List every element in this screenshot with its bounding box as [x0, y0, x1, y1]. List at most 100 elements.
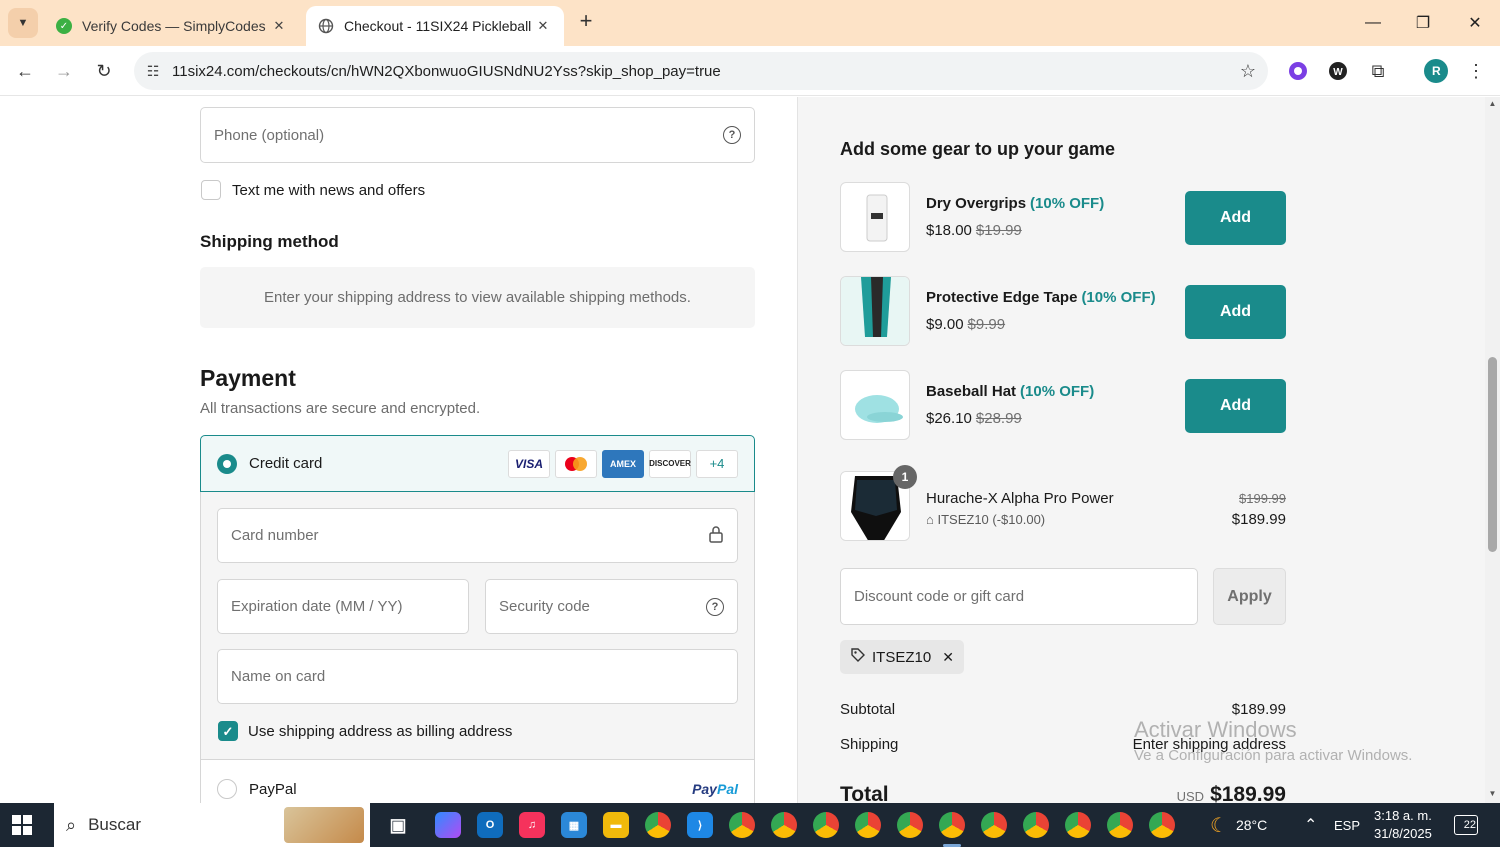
extensions-puzzle-icon[interactable]: ⧉: [1366, 59, 1390, 83]
extension-w-icon[interactable]: W: [1326, 59, 1350, 83]
help-icon[interactable]: ?: [723, 126, 741, 144]
notifications-badge[interactable]: 22: [1454, 815, 1478, 835]
page-scrollbar[interactable]: ▲ ▼: [1485, 97, 1500, 803]
upsell-item: Dry Overgrips (10% OFF) $18.00 $19.99 Add: [840, 182, 1286, 254]
menu-kebab-icon[interactable]: ⋮: [1464, 59, 1488, 83]
taskbar-search-label: Buscar: [88, 815, 142, 834]
music-icon[interactable]: ♫: [519, 812, 545, 838]
name-on-card-field[interactable]: Name on card: [217, 649, 738, 704]
subtotal-value: $189.99: [1231, 701, 1286, 718]
close-tab-icon[interactable]: ✕: [534, 18, 552, 34]
currency-label: USD: [1176, 789, 1205, 803]
paypal-label: PayPal: [249, 780, 297, 798]
copilot-icon[interactable]: [435, 812, 461, 838]
upsell-original-price: $19.99: [975, 222, 1022, 239]
file-explorer-icon[interactable]: ▬: [603, 812, 629, 838]
chrome-profile-icon[interactable]: [1107, 812, 1133, 838]
extension-purple-icon[interactable]: [1286, 59, 1310, 83]
vscode-icon[interactable]: ⟩: [687, 812, 713, 838]
credit-card-radio[interactable]: [217, 453, 237, 474]
upsell-price: $9.00: [926, 316, 964, 333]
close-window-button[interactable]: ✕: [1450, 0, 1500, 46]
security-code-field[interactable]: Security code ?: [485, 579, 738, 634]
security-code-placeholder: Security code: [499, 598, 590, 615]
browser-toolbar: ← → ↻ ☷ 11six24.com/checkouts/cn/hWN2QXb…: [0, 46, 1500, 96]
payment-heading: Payment: [200, 365, 296, 391]
shipping-methods-placeholder: Enter your shipping address to view avai…: [200, 267, 755, 328]
chrome-profile-icon[interactable]: [729, 812, 755, 838]
upsell-discount: (10% OFF): [1081, 289, 1156, 306]
apply-discount-button[interactable]: Apply: [1213, 568, 1286, 625]
back-button[interactable]: ←: [10, 56, 40, 86]
address-bar[interactable]: ☷ 11six24.com/checkouts/cn/hWN2QXbonwuoG…: [134, 52, 1268, 90]
chrome-profile-icon-active[interactable]: [939, 812, 965, 838]
credit-card-option[interactable]: Credit card VISA AMEX DISCOVER +4: [200, 435, 755, 492]
subtotal-label: Subtotal: [840, 701, 896, 718]
store-icon[interactable]: ▦: [561, 812, 587, 838]
reload-button[interactable]: ↻: [89, 56, 119, 86]
product-image: [840, 276, 910, 346]
paypal-logo: PayPal: [692, 781, 738, 797]
tab-search-button[interactable]: ▼: [8, 8, 38, 38]
scroll-down-icon[interactable]: ▼: [1487, 789, 1498, 798]
chrome-profile-icon[interactable]: [1065, 812, 1091, 838]
minimize-button[interactable]: —: [1348, 0, 1398, 46]
add-dry-overgrips-button[interactable]: Add: [1185, 191, 1286, 245]
paypal-option[interactable]: PayPal PayPal: [200, 759, 755, 803]
remove-discount-icon[interactable]: ✕: [942, 649, 954, 666]
language-indicator[interactable]: ESP: [1334, 803, 1360, 847]
text-offers-label: Text me with news and offers: [232, 182, 426, 199]
discount-code-input[interactable]: Discount code or gift card: [840, 568, 1198, 625]
forward-button[interactable]: →: [49, 56, 79, 86]
tab-title: Verify Codes — SimplyCodes: [82, 18, 266, 34]
discount-code-placeholder: Discount code or gift card: [854, 588, 1025, 605]
tray-chevron-up-icon[interactable]: ⌃: [1304, 803, 1317, 847]
bookmark-star-icon[interactable]: ☆: [1228, 61, 1268, 82]
upsell-original-price: $9.99: [967, 316, 1006, 333]
applied-discount-chip: ITSEZ10 ✕: [840, 640, 964, 674]
shipping-label: Shipping: [840, 736, 899, 753]
name-on-card-placeholder: Name on card: [231, 668, 326, 685]
chrome-profile-icon[interactable]: [981, 812, 1007, 838]
chrome-profile-icon[interactable]: [1149, 812, 1175, 838]
outlook-icon[interactable]: O: [477, 812, 503, 838]
chrome-profile-icon[interactable]: [1023, 812, 1049, 838]
taskbar-clock[interactable]: 3:18 a. m. 31/8/2025: [1374, 807, 1432, 843]
url-text[interactable]: 11six24.com/checkouts/cn/hWN2QXbonwuoGIU…: [172, 63, 1228, 80]
paypal-radio[interactable]: [217, 779, 237, 799]
chrome-profile-icon[interactable]: [771, 812, 797, 838]
page-content: Phone (optional) ? Text me with news and…: [0, 97, 1500, 803]
windows-start-icon[interactable]: [12, 815, 32, 835]
billing-same-checkbox[interactable]: ✓: [218, 721, 238, 741]
product-image: [840, 370, 910, 440]
expiration-field[interactable]: Expiration date (MM / YY): [217, 579, 469, 634]
restore-button[interactable]: ❐: [1398, 0, 1448, 46]
weather-widget[interactable]: ☾ 28°C: [1210, 803, 1267, 847]
new-tab-button[interactable]: +: [574, 10, 598, 34]
payment-subtitle: All transactions are secure and encrypte…: [200, 400, 481, 417]
scroll-up-icon[interactable]: ▲: [1487, 99, 1498, 108]
clock-time: 3:18 a. m.: [1374, 808, 1432, 823]
chrome-profile-icon[interactable]: [855, 812, 881, 838]
text-offers-checkbox[interactable]: [201, 180, 221, 200]
upsell-discount: (10% OFF): [1020, 383, 1095, 400]
close-tab-icon[interactable]: ✕: [270, 18, 288, 34]
add-edge-tape-button[interactable]: Add: [1185, 285, 1286, 339]
task-view-icon[interactable]: ▣: [385, 812, 411, 838]
upsell-item: Baseball Hat (10% OFF) $26.10 $28.99 Add: [840, 370, 1286, 442]
card-number-field[interactable]: Card number: [217, 508, 738, 563]
chrome-profile-icon[interactable]: [897, 812, 923, 838]
taskbar-search[interactable]: ⌕ Buscar: [54, 803, 370, 847]
help-icon[interactable]: ?: [706, 597, 724, 616]
phone-field[interactable]: Phone (optional) ?: [200, 107, 755, 163]
paypal-logo-part-b: Pal: [716, 781, 738, 797]
chrome-icon[interactable]: [645, 812, 671, 838]
total-label: Total: [840, 783, 889, 803]
more-cards-badge[interactable]: +4: [696, 449, 738, 478]
chrome-profile-icon[interactable]: [813, 812, 839, 838]
site-info-icon[interactable]: ☷: [134, 63, 172, 80]
scrollbar-thumb[interactable]: [1488, 357, 1497, 552]
add-baseball-hat-button[interactable]: Add: [1185, 379, 1286, 433]
tab-checkout[interactable]: Checkout - 11SIX24 Pickleball ✕: [306, 6, 564, 46]
tab-simplycodes[interactable]: ✓ Verify Codes — SimplyCodes ✕: [44, 6, 300, 46]
